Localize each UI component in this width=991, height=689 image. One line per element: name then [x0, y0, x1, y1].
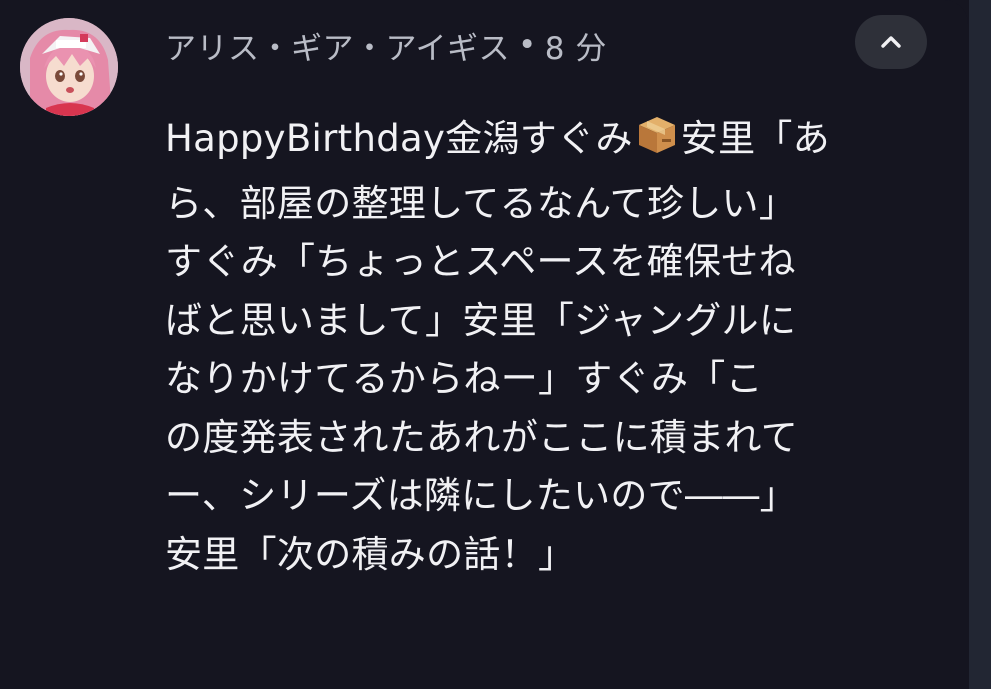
comment-card: アリス・ギア・アイギス • 8 分 HappyBirthday金潟すぐみ 安里「…	[0, 0, 968, 689]
message-line: すぐみ「ちょっとスペースを確保せね	[165, 240, 796, 283]
separator-dot: •	[517, 27, 537, 63]
message-line: ら、部屋の整理してるなんて珍しい」	[165, 181, 797, 225]
author-name[interactable]: アリス・ギア・アイギス	[165, 23, 510, 68]
comment-body: HappyBirthday金潟すぐみ 安里「あ ら、部屋の整理してるなんて珍しい…	[165, 110, 925, 584]
message-line: ー、シリーズは隣にしたいので――」	[165, 474, 797, 517]
message-line: の度発表されたあれがここに積まれて	[165, 415, 798, 459]
message-line: HappyBirthday金潟すぐみ 安里「あ	[165, 110, 925, 175]
scroll-edge	[969, 0, 991, 689]
timestamp: 8 分	[544, 30, 607, 67]
avatar-image	[20, 18, 118, 116]
package-icon	[635, 113, 679, 175]
avatar[interactable]	[20, 18, 118, 116]
collapse-button[interactable]	[855, 15, 927, 69]
chevron-up-icon	[881, 36, 901, 48]
comment-header: アリス・ギア・アイギス • 8 分	[165, 20, 607, 70]
message-line: 安里「次の積みの話！」	[165, 532, 576, 576]
comment-screen: アリス・ギア・アイギス • 8 分 HappyBirthday金潟すぐみ 安里「…	[0, 0, 991, 689]
message-line: ばと思いまして」安里「ジャングルに	[165, 298, 797, 342]
message-line: なりかけてるからねー」すぐみ「こ	[165, 357, 763, 400]
